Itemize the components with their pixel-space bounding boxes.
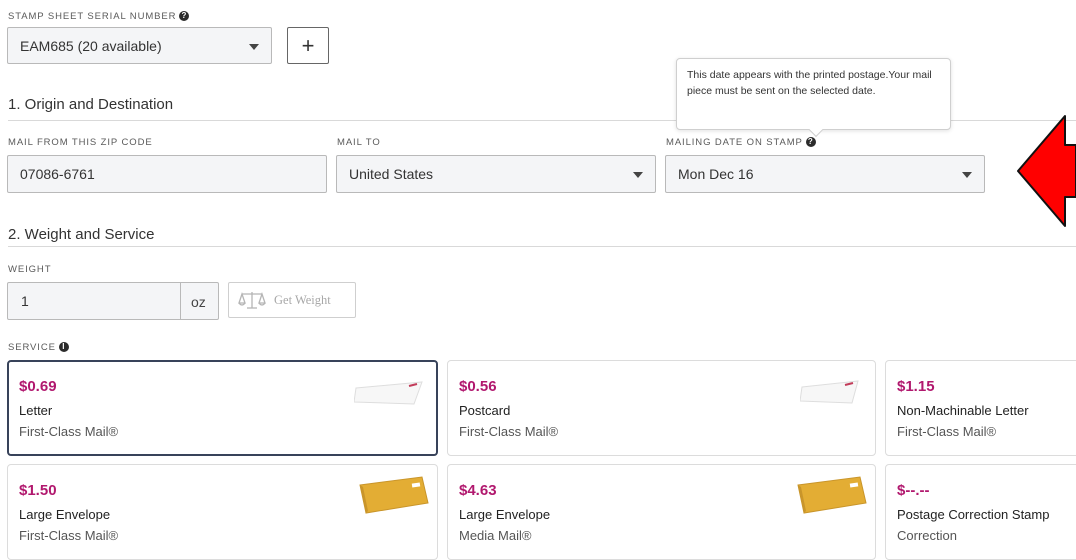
- stamp-sheet-label: STAMP SHEET SERIAL NUMBER?: [8, 11, 190, 22]
- service-price: $0.56: [459, 378, 497, 395]
- service-card-large-envelope-media-mail[interactable]: $4.63 Large Envelope Media Mail®: [447, 464, 876, 560]
- service-name: Letter: [19, 403, 53, 418]
- service-card-postcard[interactable]: $0.56 Postcard First-Class Mail®: [447, 360, 876, 456]
- service-class: First-Class Mail®: [459, 424, 559, 439]
- service-price: $1.15: [897, 378, 935, 395]
- mailing-date-value: Mon Dec 16: [678, 166, 754, 182]
- info-icon[interactable]: i: [58, 342, 69, 353]
- service-class: First-Class Mail®: [19, 528, 119, 543]
- service-name: Postcard: [459, 403, 511, 418]
- weight-input[interactable]: 1 oz: [7, 282, 219, 320]
- service-card-non-machinable-letter[interactable]: $1.15 Non-Machinable Letter First-Class …: [885, 360, 1076, 456]
- mailing-date-tooltip: This date appears with the printed posta…: [676, 58, 951, 130]
- red-arrow-icon: [1017, 115, 1076, 227]
- mailing-date-select[interactable]: Mon Dec 16: [665, 155, 985, 193]
- service-name: Postage Correction Stamp: [897, 507, 1050, 522]
- letter-envelope-icon: [354, 381, 423, 405]
- service-class: Correction: [897, 528, 957, 543]
- weight-unit: oz: [191, 294, 206, 310]
- chevron-down-icon: [962, 172, 972, 178]
- postcard-icon: [800, 380, 859, 404]
- service-card-large-envelope-first-class[interactable]: $1.50 Large Envelope First-Class Mail®: [7, 464, 438, 560]
- service-name: Large Envelope: [459, 507, 551, 522]
- service-class: Media Mail®: [459, 528, 532, 543]
- unit-divider: [180, 283, 181, 319]
- plus-icon: +: [301, 32, 315, 58]
- weight-service-title: 2. Weight and Service: [8, 226, 155, 243]
- scale-icon: [238, 291, 266, 309]
- service-price: $--.--: [897, 482, 930, 499]
- service-price: $4.63: [459, 482, 497, 499]
- weight-value: 1: [21, 293, 29, 309]
- help-icon[interactable]: ?: [179, 11, 190, 22]
- from-zip-label: MAIL FROM THIS ZIP CODE: [8, 137, 153, 148]
- from-zip-value: 07086-6761: [20, 166, 95, 182]
- origin-destination-title: 1. Origin and Destination: [8, 96, 174, 113]
- service-class: First-Class Mail®: [897, 424, 997, 439]
- service-name: Large Envelope: [19, 507, 111, 522]
- from-zip-input[interactable]: 07086-6761: [7, 155, 327, 193]
- large-envelope-icon: [797, 476, 867, 514]
- mailing-date-label: MAILING DATE ON STAMP?: [666, 137, 816, 148]
- large-envelope-icon: [359, 476, 429, 514]
- tooltip-text: This date appears with the printed posta…: [687, 69, 932, 97]
- stamp-sheet-value: EAM685 (20 available): [20, 37, 162, 54]
- get-weight-button[interactable]: Get Weight: [228, 282, 356, 318]
- service-price: $1.50: [19, 482, 57, 499]
- service-card-letter[interactable]: $0.69 Letter First-Class Mail®: [7, 360, 438, 456]
- chevron-down-icon: [249, 43, 259, 50]
- chevron-down-icon: [633, 172, 643, 178]
- mail-to-select[interactable]: United States: [336, 155, 656, 193]
- service-label: SERVICE i: [8, 342, 69, 353]
- mail-to-value: United States: [349, 166, 434, 182]
- mail-to-label: MAIL TO: [337, 137, 381, 148]
- section-divider: [8, 246, 1076, 247]
- weight-label: WEIGHT: [8, 264, 52, 275]
- service-class: First-Class Mail®: [19, 424, 119, 439]
- service-card-postage-correction-stamp[interactable]: $--.-- Postage Correction Stamp Correcti…: [885, 464, 1076, 560]
- stamp-sheet-select[interactable]: EAM685 (20 available): [7, 27, 272, 64]
- help-icon[interactable]: ?: [805, 137, 816, 148]
- get-weight-label: Get Weight: [274, 292, 331, 307]
- service-name: Non-Machinable Letter: [897, 403, 1029, 418]
- add-stamp-sheet-button[interactable]: +: [287, 27, 329, 64]
- service-price: $0.69: [19, 378, 57, 395]
